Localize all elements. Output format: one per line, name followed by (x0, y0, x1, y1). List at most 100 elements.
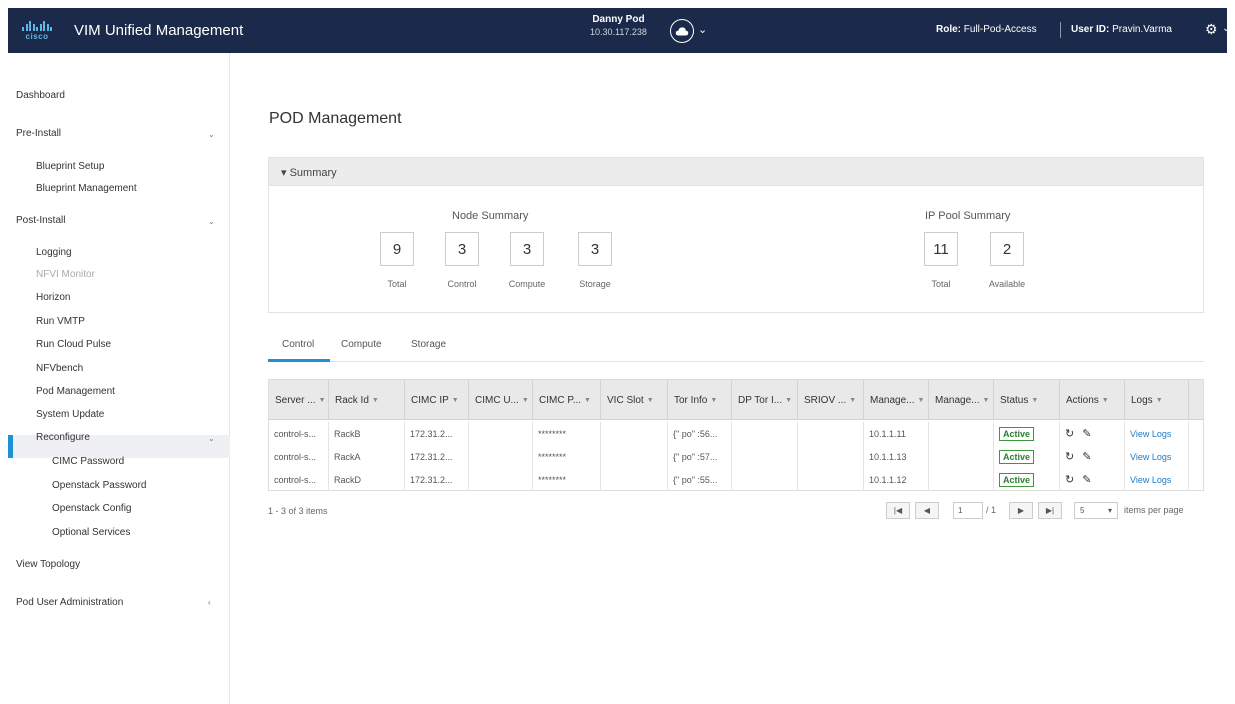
column-header-actions[interactable]: Actions ▼ (1060, 380, 1125, 420)
page-size-select[interactable]: 5 ▾ (1074, 502, 1118, 519)
next-page-icon[interactable]: ▶ (1009, 502, 1033, 519)
cell-management-1: 10.1.1.13 (864, 445, 929, 468)
sidebar-active-indicator (8, 435, 13, 458)
status-badge: Active (999, 426, 1035, 441)
sidebar-item-logging[interactable]: Logging (36, 247, 72, 258)
column-header-rack-id[interactable]: Rack Id ▼ (329, 380, 405, 420)
column-header-sriov[interactable]: SRIOV ... ▼ (798, 380, 864, 420)
filter-icon[interactable]: ▼ (372, 397, 379, 404)
tab-storage[interactable]: Storage (411, 339, 446, 350)
chevron-down-icon[interactable]: ⌄ (698, 23, 707, 36)
edit-icon[interactable]: ✎ (1082, 427, 1091, 440)
cell-tor-info: {" po" :55... (668, 468, 732, 491)
view-logs-link[interactable]: View Logs (1130, 429, 1171, 439)
prev-page-icon[interactable]: ◀ (915, 502, 939, 519)
table-row[interactable]: control-s... RackA 172.31.2... ******** … (269, 445, 1203, 468)
filter-icon[interactable]: ▼ (647, 397, 654, 404)
sidebar-item-post-install[interactable]: Post-Install (16, 215, 65, 226)
chevron-down-icon[interactable]: ⌄ (208, 217, 215, 226)
sidebar-item-view-topology[interactable]: View Topology (16, 559, 80, 570)
filter-icon[interactable]: ▼ (522, 397, 529, 404)
refresh-icon[interactable]: ↻ (1065, 450, 1074, 463)
pod-selector[interactable]: Danny Pod 10.30.117.238 (590, 14, 647, 38)
sidebar-item-cimc-password[interactable]: CIMC Password (52, 456, 124, 467)
sidebar-item-dashboard[interactable]: Dashboard (16, 90, 65, 101)
column-header-dp-tor-info[interactable]: DP Tor I... ▼ (732, 380, 798, 420)
user-label: User ID: (1071, 24, 1110, 35)
refresh-icon[interactable]: ↻ (1065, 427, 1074, 440)
sidebar-item-pre-install[interactable]: Pre-Install (16, 128, 61, 139)
cell-cimc-ip: 172.31.2... (405, 422, 469, 445)
first-page-icon[interactable]: |◀ (886, 502, 910, 519)
sidebar-item-blueprint-setup[interactable]: Blueprint Setup (36, 161, 104, 172)
gear-icon[interactable]: ⚙ (1205, 21, 1218, 38)
settings-chevron-down-icon[interactable]: ⌄ (1222, 23, 1230, 34)
items-per-page-label: items per page (1124, 505, 1184, 515)
page-size-value: 5 (1080, 506, 1085, 515)
sidebar-item-openstack-config[interactable]: Openstack Config (52, 503, 132, 514)
cell-cimc-ip: 172.31.2... (405, 445, 469, 468)
column-header-management-1[interactable]: Manage... ▼ (864, 380, 929, 420)
filter-icon[interactable]: ▼ (584, 397, 591, 404)
sidebar-item-horizon[interactable]: Horizon (36, 292, 70, 303)
sidebar-item-nfvi-monitor: NFVI Monitor (36, 269, 95, 280)
view-logs-link[interactable]: View Logs (1130, 475, 1171, 485)
sidebar-item-nfvbench[interactable]: NFVbench (36, 363, 83, 374)
filter-icon[interactable]: ▼ (917, 397, 924, 404)
column-header-tor-info[interactable]: Tor Info ▼ (668, 380, 732, 420)
ip-available-box: 2 (990, 232, 1024, 266)
status-badge: Active (999, 449, 1035, 464)
edit-icon[interactable]: ✎ (1082, 450, 1091, 463)
edit-icon[interactable]: ✎ (1082, 473, 1091, 486)
header-divider (1060, 22, 1061, 38)
cell-cimc-password: ******** (533, 422, 601, 445)
filter-icon[interactable]: ▼ (452, 397, 459, 404)
column-header-cimc-ip[interactable]: CIMC IP ▼ (405, 380, 469, 420)
sidebar-item-system-update[interactable]: System Update (36, 409, 104, 420)
column-header-cimc-user[interactable]: CIMC U... ▼ (469, 380, 533, 420)
summary-header[interactable]: ▾ Summary (269, 158, 1203, 186)
filter-icon[interactable]: ▼ (1031, 397, 1038, 404)
chevron-down-icon[interactable]: ⌄ (208, 130, 215, 139)
cell-actions: ↻ ✎ (1060, 422, 1125, 445)
table-row[interactable]: control-s... RackD 172.31.2... ******** … (269, 468, 1203, 491)
column-header-management-2[interactable]: Manage... ▼ (929, 380, 994, 420)
filter-icon[interactable]: ▼ (1102, 397, 1109, 404)
sidebar-item-optional-services[interactable]: Optional Services (52, 527, 130, 538)
column-header-label: Logs (1131, 394, 1153, 406)
table-row[interactable]: control-s... RackB 172.31.2... ******** … (269, 422, 1203, 445)
column-header-logs[interactable]: Logs ▼ (1125, 380, 1189, 420)
sidebar-item-pod-management[interactable]: Pod Management (36, 386, 115, 397)
chevron-down-icon[interactable]: ⌄ (208, 434, 215, 443)
chevron-left-icon[interactable]: ‹ (208, 598, 211, 607)
tab-control[interactable]: Control (282, 339, 314, 350)
sidebar-item-openstack-password[interactable]: Openstack Password (52, 480, 147, 491)
column-header-server[interactable]: Server ... ▼ (269, 380, 329, 420)
page-number-input[interactable] (953, 502, 983, 519)
sidebar-item-pod-user-administration[interactable]: Pod User Administration (16, 597, 123, 608)
filter-icon[interactable]: ▼ (982, 397, 989, 404)
view-logs-link[interactable]: View Logs (1130, 452, 1171, 462)
cell-cimc-password: ******** (533, 445, 601, 468)
column-header-vic-slot[interactable]: VIC Slot ▼ (601, 380, 668, 420)
cisco-logo[interactable]: cisco (18, 20, 56, 41)
filter-icon[interactable]: ▼ (1156, 397, 1163, 404)
sidebar-item-blueprint-management[interactable]: Blueprint Management (36, 183, 137, 194)
filter-icon[interactable]: ▼ (849, 397, 856, 404)
column-header-cimc-password[interactable]: CIMC P... ▼ (533, 380, 601, 420)
filter-icon[interactable]: ▼ (319, 397, 326, 404)
node-tabs: Control Compute Storage (268, 334, 1204, 362)
pod-ip: 10.30.117.238 (590, 27, 647, 37)
sidebar-item-run-cloud-pulse[interactable]: Run Cloud Pulse (36, 339, 111, 350)
tab-compute[interactable]: Compute (341, 339, 382, 350)
column-header-label: Tor Info (674, 394, 708, 406)
refresh-icon[interactable]: ↻ (1065, 473, 1074, 486)
filter-icon[interactable]: ▼ (785, 397, 792, 404)
cloud-icon[interactable] (670, 19, 694, 43)
last-page-icon[interactable]: ▶| (1038, 502, 1062, 519)
column-header-label: VIC Slot (607, 394, 644, 406)
sidebar-item-reconfigure[interactable]: Reconfigure (36, 432, 90, 443)
column-header-status[interactable]: Status ▼ (994, 380, 1060, 420)
sidebar-item-run-vmtp[interactable]: Run VMTP (36, 316, 85, 327)
filter-icon[interactable]: ▼ (710, 397, 717, 404)
